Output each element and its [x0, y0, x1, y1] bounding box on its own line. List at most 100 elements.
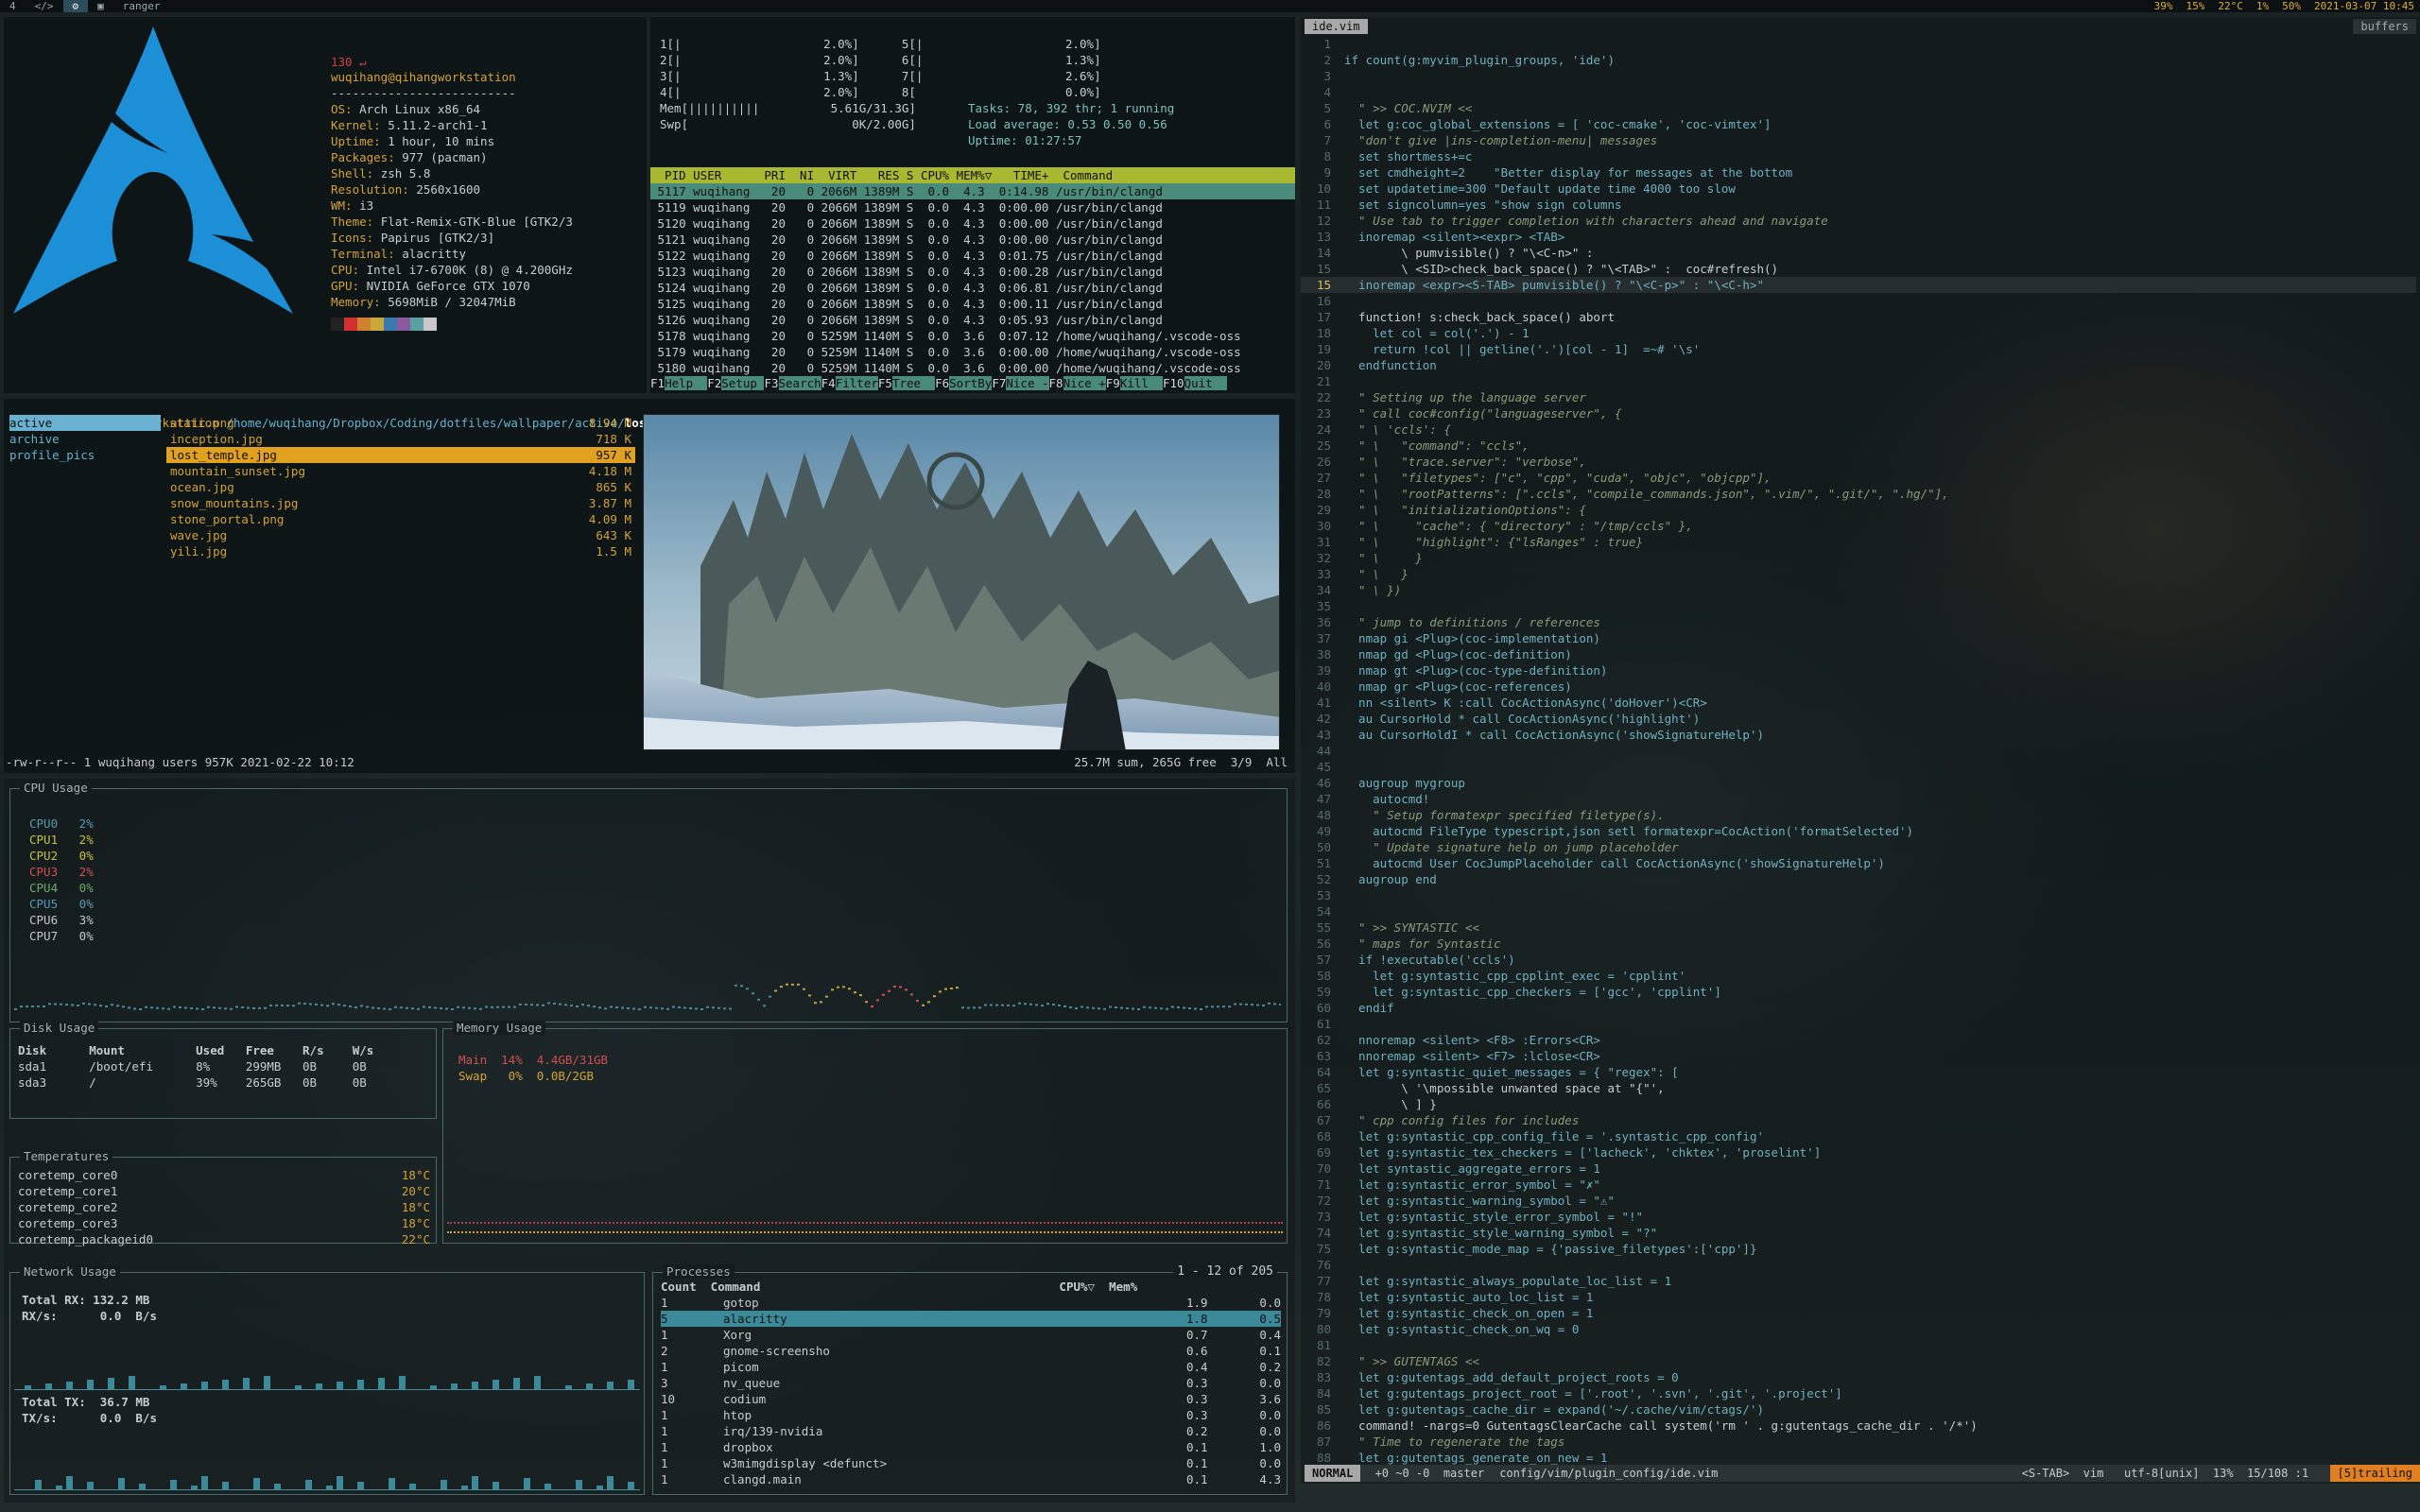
mem-meter: Mem[|||||||||| 5.61G/31.3G] [660, 101, 916, 115]
fkey-nice[interactable]: F8 [1049, 376, 1063, 390]
file-item[interactable]: wave.jpg 643 K [166, 527, 635, 543]
process-row[interactable]: 5126 wuqihang 20 0 2066M 1389M S 0.0 4.3… [650, 312, 1295, 328]
proc-row[interactable]: 1 clangd.main 0.1 4.3 [661, 1471, 1281, 1487]
cpu-graph-point [786, 983, 788, 986]
file-item[interactable]: inception.jpg 718 K [166, 431, 635, 447]
proc-row[interactable]: 1 htop 0.3 0.0 [661, 1407, 1281, 1423]
cpu-graph-point [672, 1005, 675, 1008]
info-line: Resolution: 2560x1600 [331, 181, 633, 198]
line-number: 53 [1316, 888, 1331, 902]
file-item[interactable]: yili.jpg 1.5 M [166, 543, 635, 559]
process-row[interactable]: 5121 wuqihang 20 0 2066M 1389M S 0.0 4.3… [650, 232, 1295, 248]
workspace-settings[interactable]: ⚙ [62, 0, 89, 12]
proc-row[interactable]: 2 gnome-screensho 0.6 0.1 [661, 1343, 1281, 1359]
cpu-graph-point [587, 1005, 590, 1007]
fkey-help[interactable]: F1 [650, 376, 665, 390]
tx-rate: TX/s: 0.0 B/s [22, 1411, 157, 1425]
process-row[interactable]: 5117 wuqihang 20 0 2066M 1389M S 0.0 4.3… [650, 183, 1295, 199]
workspace-image[interactable]: ▣ [88, 0, 113, 12]
temperatures-title: Temperatures [20, 1149, 113, 1163]
proc-row[interactable]: 10 codium 0.3 3.6 [661, 1391, 1281, 1407]
cpu-graph-point [264, 1006, 267, 1009]
file-item[interactable]: snow_mountains.jpg 3.87 M [166, 495, 635, 511]
info-line: Icons: Papirus [GTK2/3] [331, 230, 633, 246]
proc-row[interactable]: 3 nv_queue 0.3 0.0 [661, 1375, 1281, 1391]
info-value: Flat-Remix-GTK-Blue [GTK2/3 [380, 215, 573, 229]
process-table-header[interactable]: PID USER PRI NI VIRT RES S CPU% MEM%▽ TI… [650, 167, 1295, 183]
proc-command: w3mimgdisplay <defunct> [723, 1456, 888, 1470]
proc-cpu: 0.1 [1186, 1472, 1208, 1486]
process-row[interactable]: 5178 wuqihang 20 0 5259M 1140M S 0.0 3.6… [650, 328, 1295, 344]
proc-row[interactable]: 1 Xorg 0.7 0.4 [661, 1327, 1281, 1343]
fkey-setup[interactable]: F2 [707, 376, 721, 390]
proc-row[interactable]: 1 dropbox 0.1 1.0 [661, 1439, 1281, 1455]
process-row[interactable]: 5119 wuqihang 20 0 2066M 1389M S 0.0 4.3… [650, 199, 1295, 215]
code-line: 71 let g:syntastic_error_symbol = "✗" [1301, 1177, 2416, 1193]
tab-ide-vim[interactable]: ide.vim [1305, 19, 1368, 34]
ranger-file-manager[interactable]: wuqihang@qihangworkstation /home/wuqihan… [4, 399, 1295, 773]
code-text: set cmdheight=2 "Better display for mess… [1344, 165, 1793, 180]
process-row[interactable]: 5180 wuqihang 20 0 5259M 1140M S 0.0 3.6… [650, 360, 1295, 376]
fkey-label: Search [778, 376, 821, 390]
process-row[interactable]: 5124 wuqihang 20 0 2066M 1389M S 0.0 4.3… [650, 280, 1295, 296]
net-spark-bar [35, 1480, 42, 1489]
neovim-editor[interactable]: ide.vim buffers 1 2 if count(g:myvim_plugi… [1301, 17, 2420, 1484]
process-row[interactable]: 5125 wuqihang 20 0 2066M 1389M S 0.0 4.3… [650, 296, 1295, 312]
cpu-graph-point [899, 986, 902, 988]
proc-row[interactable]: 1 picom 0.4 0.2 [661, 1359, 1281, 1375]
buffers-label[interactable]: buffers [2353, 19, 2416, 34]
line-number: 15 [1316, 262, 1331, 276]
htop-terminal[interactable]: 1[| 2.0%] 5[| 2.0%] 2[| 2.0%] 6[| 1.3%] 3[… [650, 17, 1295, 393]
proc-row[interactable]: 1 w3mimgdisplay <defunct> 0.1 0.0 [661, 1455, 1281, 1471]
info-line: Shell: zsh 5.8 [331, 165, 633, 181]
tasks-summary: Tasks: 78, 392 thr; 1 running [968, 101, 1175, 115]
code-line: 39 nmap gt <Plug>(coc-type-definition) [1301, 662, 2416, 679]
fkey-quit[interactable]: F10 [1163, 376, 1184, 390]
workspace-4[interactable]: 4 [0, 0, 26, 12]
cpu-graph-point [457, 1005, 459, 1008]
fkey-filter[interactable]: F4 [821, 376, 836, 390]
neofetch-terminal[interactable]: 130 ↵ wuqihang@qihangworkstation -------… [4, 17, 647, 393]
code-text: let g:gutentags_project_root = ['.root',… [1344, 1386, 1842, 1400]
cpu-graph-point [116, 1005, 119, 1007]
mem-indicator: 15% [2186, 0, 2205, 12]
workspace-code[interactable]: </> [26, 0, 63, 12]
fkey-search[interactable]: F3 [764, 376, 778, 390]
line-number: 84 [1316, 1386, 1331, 1400]
process-row[interactable]: 5179 wuqihang 20 0 5259M 1140M S 0.0 3.6… [650, 344, 1295, 360]
gotop-monitor[interactable]: CPU Usage CPU0 2% CPU1 2% CPU2 0% CPU3 2% CP… [4, 779, 1295, 1503]
cpu-graph-point [1262, 1005, 1265, 1007]
cpu-graph-point [196, 1007, 199, 1010]
proc-row[interactable]: 1 gotop 1.9 0.0 [661, 1295, 1281, 1311]
workspace-ranger[interactable]: ranger [113, 0, 170, 12]
file-item[interactable]: mountain_sunset.jpg 4.18 M [166, 463, 635, 479]
process-row[interactable]: 5120 wuqihang 20 0 2066M 1389M S 0.0 4.3… [650, 215, 1295, 232]
cpu-graph-point [43, 1005, 45, 1008]
file-item[interactable]: attic.png 8.94 M [166, 415, 635, 431]
process-row[interactable]: 5123 wuqihang 20 0 2066M 1389M S 0.0 4.3… [650, 264, 1295, 280]
dir-item[interactable]: active [9, 415, 161, 431]
dir-item[interactable]: profile_pics [9, 447, 161, 463]
fkey-tree[interactable]: F5 [878, 376, 892, 390]
file-item[interactable]: ocean.jpg 865 K [166, 479, 635, 495]
dir-item[interactable]: archive [9, 431, 161, 447]
code-text: let g:syntastic_cpp_checkers = ['gcc', '… [1344, 985, 1721, 999]
proc-row[interactable]: 1 irq/139-nvidia 0.2 0.0 [661, 1423, 1281, 1439]
fkey-kill[interactable]: F9 [1106, 376, 1120, 390]
line-number: 25 [1316, 438, 1331, 453]
code-line: 88 let g:gutentags_generate_on_new = 1 [1301, 1450, 2416, 1466]
cpu-label: CPU5 0% [29, 897, 94, 911]
net-spark-bar [337, 1382, 343, 1389]
fkey-nice[interactable]: F7 [992, 376, 1006, 390]
proc-header[interactable]: Count Command CPU%▽ Mem% [661, 1279, 1281, 1295]
proc-row[interactable]: 5 alacritty 1.8 0.5 [661, 1311, 1281, 1327]
process-row[interactable]: 5122 wuqihang 20 0 2066M 1389M S 0.0 4.3… [650, 248, 1295, 264]
cpu-graph-point [961, 1006, 964, 1009]
temp-row: coretemp_core2 18°C [18, 1199, 430, 1215]
file-item[interactable]: lost_temple.jpg 957 K [166, 447, 635, 463]
cpu-graph-point [831, 988, 834, 991]
fkey-sortby[interactable]: F6 [935, 376, 949, 390]
code-text: autocmd! [1344, 792, 1430, 806]
cpu-graph-point [372, 1006, 374, 1009]
file-item[interactable]: stone_portal.png 4.09 M [166, 511, 635, 527]
